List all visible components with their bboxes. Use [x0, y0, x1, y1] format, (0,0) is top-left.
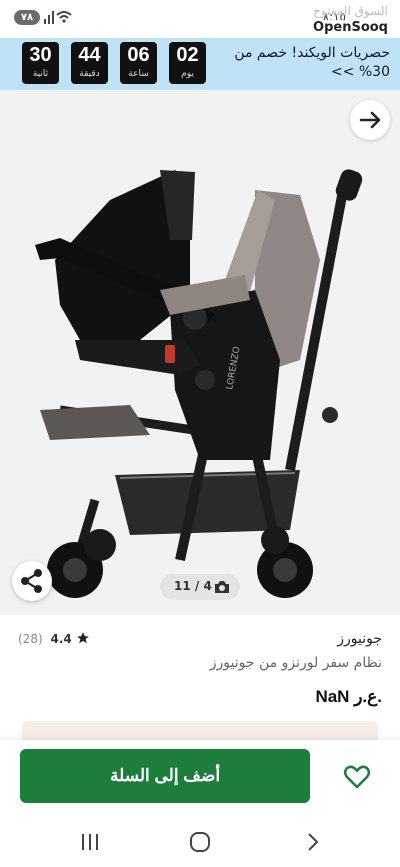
- offer-card-peek: [22, 721, 378, 741]
- product-image: LORENZO: [35, 169, 363, 598]
- home-icon[interactable]: [188, 830, 212, 854]
- promo-banner[interactable]: 30 ثانية 44 دقيقة 06 ساعة 02 يوم حصريات …: [0, 38, 400, 90]
- countdown-value: 06: [127, 44, 150, 66]
- system-nav-bar: [0, 816, 400, 867]
- share-icon: [21, 569, 42, 593]
- signal-icon: [44, 11, 54, 24]
- add-to-cart-button[interactable]: أضف إلى السلة: [20, 749, 310, 803]
- bottom-action-bar: أضف إلى السلة: [0, 740, 400, 816]
- status-bar: ٧٨ ٨:١٥ السوق المفتوح OpenSooq: [0, 0, 400, 38]
- share-button[interactable]: [12, 561, 52, 601]
- watermark-brand: OpenSooq: [309, 20, 392, 35]
- product-info: جونيورز نظام سفر لورنزو من جونيورز (28) …: [0, 615, 400, 741]
- rating-value: 4.4: [50, 632, 72, 646]
- wishlist-button[interactable]: [342, 762, 372, 792]
- countdown-seconds: 30 ثانية: [22, 42, 59, 84]
- product-rating[interactable]: (28) 4.4: [18, 631, 90, 646]
- next-image-button[interactable]: [350, 100, 390, 140]
- watermark: السوق المفتوح OpenSooq: [309, 4, 392, 35]
- countdown-value: 30: [29, 44, 52, 66]
- countdown-value: 44: [78, 44, 101, 66]
- promo-text[interactable]: حصريات الويكند! خصم من 30% >>: [220, 44, 390, 82]
- wifi-icon: [56, 11, 72, 23]
- product-title: نظام سفر لورنزو من جونيورز: [209, 655, 382, 671]
- countdown-value: 02: [176, 44, 199, 66]
- countdown-label: ساعة: [128, 69, 149, 79]
- camera-icon: [215, 581, 229, 593]
- product-brand[interactable]: جونيورز: [337, 631, 382, 647]
- countdown-hours: 06 ساعة: [120, 42, 157, 84]
- product-image-gallery[interactable]: LORENZO 11 / 4: [0, 90, 400, 615]
- review-count: (28): [18, 632, 43, 646]
- back-icon[interactable]: [300, 830, 324, 854]
- product-price: NaN ع.ر.: [315, 687, 382, 706]
- heart-icon: [343, 765, 371, 789]
- countdown-days: 02 يوم: [169, 42, 206, 84]
- image-counter[interactable]: 11 / 4: [160, 574, 240, 600]
- battery-indicator: ٧٨: [14, 10, 40, 25]
- countdown-label: ثانية: [32, 69, 49, 79]
- countdown-minutes: 44 دقيقة: [71, 42, 108, 84]
- countdown-label: دقيقة: [79, 69, 100, 79]
- countdown-label: يوم: [181, 69, 194, 79]
- star-icon: [76, 632, 89, 644]
- image-counter-text: 11 / 4: [174, 579, 212, 593]
- watermark-arabic: السوق المفتوح: [313, 4, 388, 18]
- recent-apps-icon[interactable]: [78, 830, 102, 854]
- arrow-right-icon: [359, 111, 381, 129]
